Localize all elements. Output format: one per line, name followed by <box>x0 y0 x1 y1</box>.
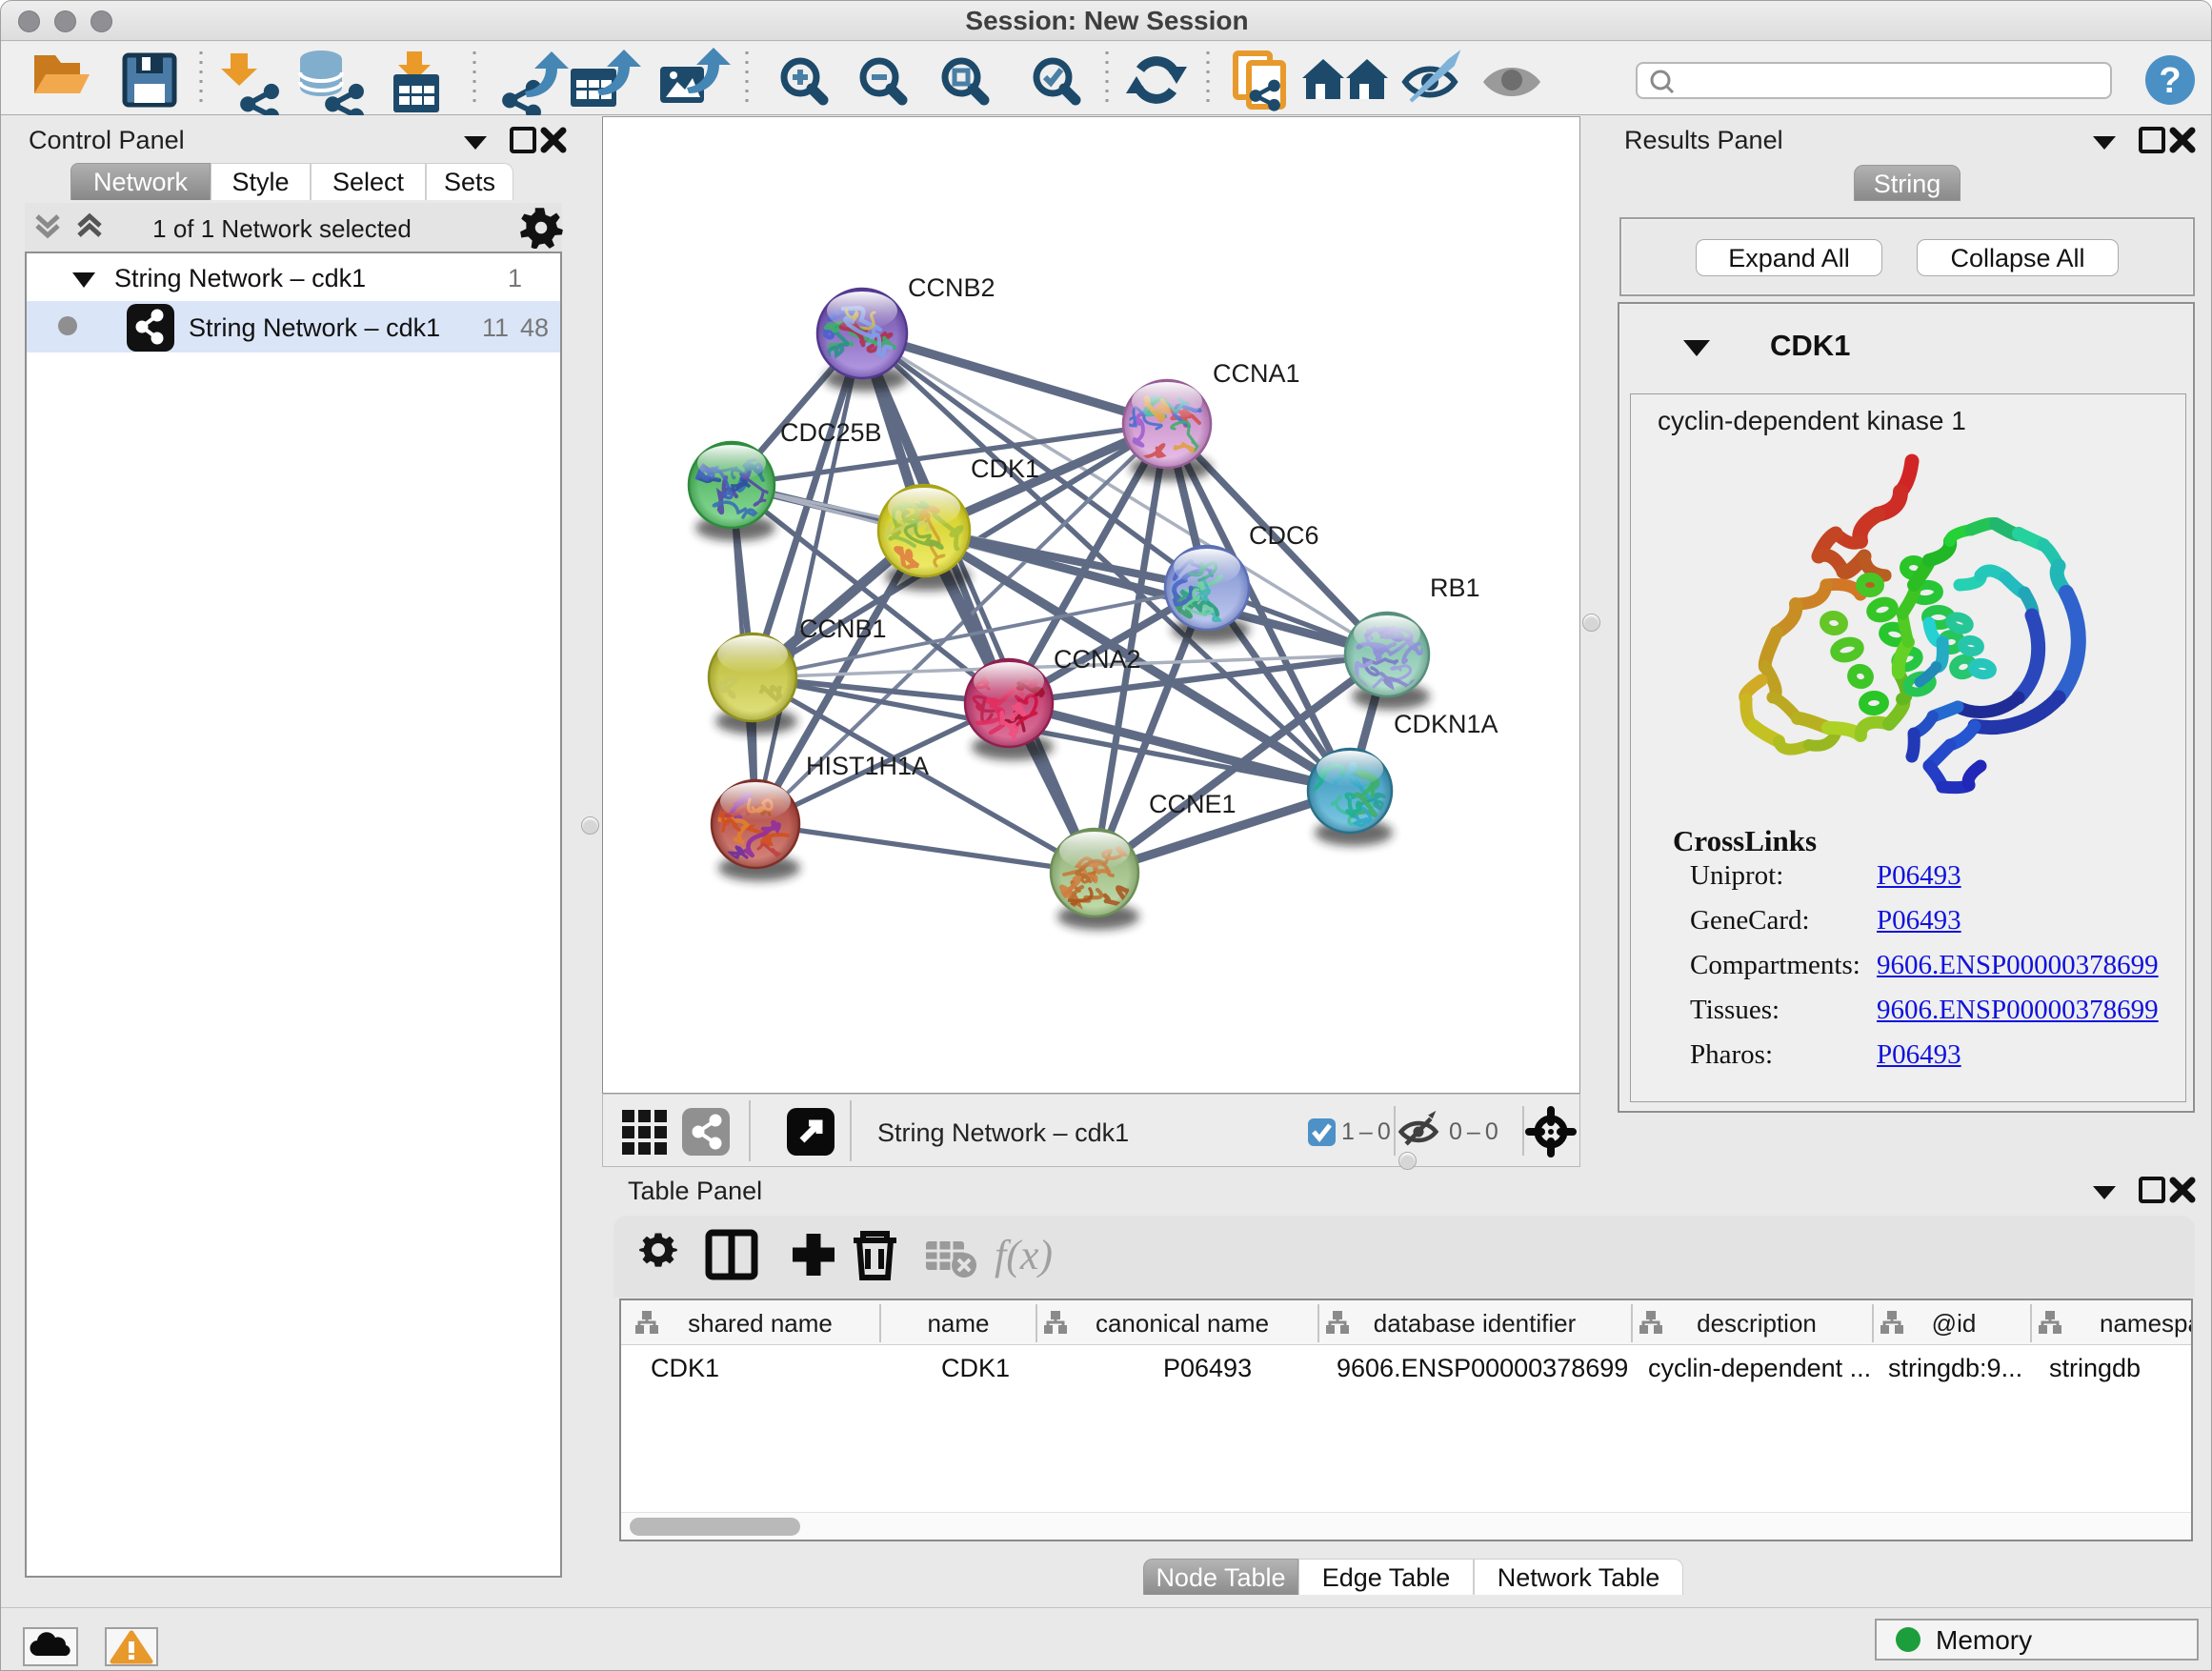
svg-text:1 – 0: 1 – 0 <box>1341 1118 1391 1145</box>
svg-text:CDK1: CDK1 <box>941 1354 1010 1382</box>
svg-text:@id: @id <box>1932 1309 1977 1338</box>
svg-text:9606.ENSP00000378699: 9606.ENSP00000378699 <box>1337 1354 1628 1382</box>
svg-text:CCNB2: CCNB2 <box>908 273 995 302</box>
svg-text:description: description <box>1697 1309 1817 1338</box>
svg-text:cyclin-dependent ...: cyclin-dependent ... <box>1648 1354 1871 1382</box>
svg-text:database identifier: database identifier <box>1374 1309 1577 1338</box>
svg-text:String Network – cdk1: String Network – cdk1 <box>877 1118 1129 1147</box>
svg-text:?: ? <box>2159 61 2181 101</box>
svg-text:CDC25B: CDC25B <box>780 418 882 447</box>
svg-text:HIST1H1A: HIST1H1A <box>806 752 929 780</box>
svg-text:CDC6: CDC6 <box>1249 521 1319 550</box>
svg-text:f(x): f(x) <box>995 1232 1053 1278</box>
svg-text:stringdb: stringdb <box>2049 1354 2141 1382</box>
svg-text:CCNA1: CCNA1 <box>1213 359 1300 388</box>
svg-text:stringdb:9...: stringdb:9... <box>1888 1354 2022 1382</box>
svg-text:RB1: RB1 <box>1430 574 1480 602</box>
svg-text:CDKN1A: CDKN1A <box>1394 710 1498 738</box>
svg-text:CDK1: CDK1 <box>971 454 1039 483</box>
svg-text:P06493: P06493 <box>1163 1354 1252 1382</box>
svg-text:CCNB1: CCNB1 <box>799 614 887 643</box>
svg-text:shared name: shared name <box>688 1309 833 1338</box>
svg-text:canonical name: canonical name <box>1096 1309 1269 1338</box>
svg-text:CCNE1: CCNE1 <box>1149 790 1237 818</box>
svg-text:namespace: namespace <box>2100 1309 2191 1338</box>
svg-text:CCNA2: CCNA2 <box>1054 645 1141 674</box>
svg-text:CDK1: CDK1 <box>651 1354 719 1382</box>
svg-text:0 – 0: 0 – 0 <box>1449 1118 1498 1145</box>
svg-text:name: name <box>927 1309 989 1338</box>
